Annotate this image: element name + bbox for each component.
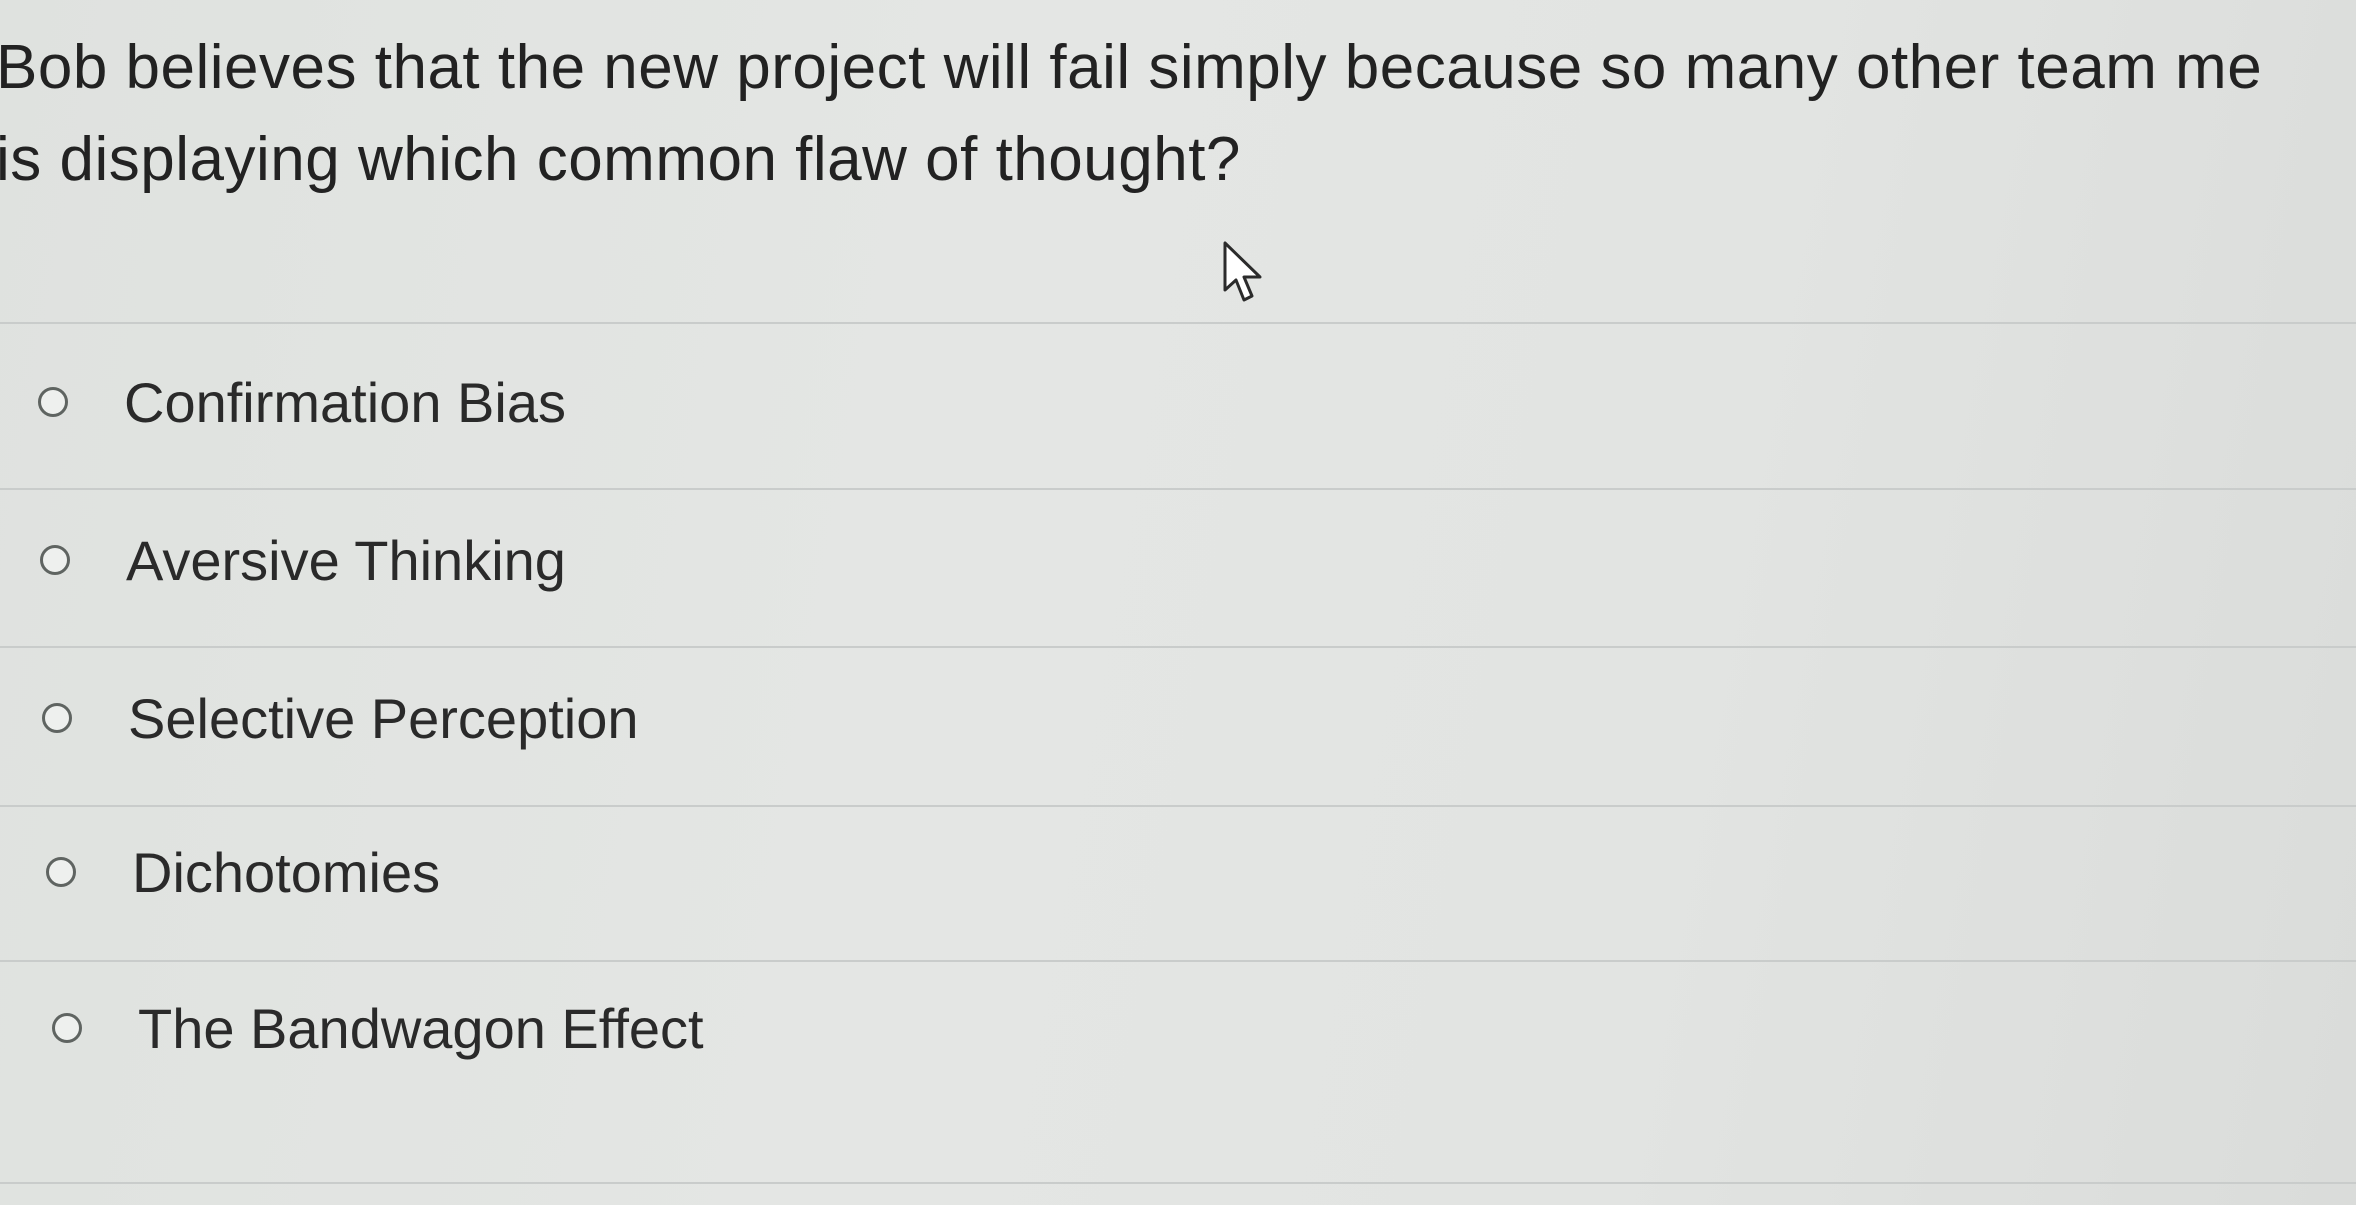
option-label: Dichotomies — [132, 840, 441, 904]
option-bandwagon-effect[interactable]: The Bandwagon Effect — [52, 978, 704, 1078]
option-label: Aversive Thinking — [126, 528, 566, 592]
divider — [0, 1182, 2356, 1184]
divider — [0, 960, 2356, 962]
option-aversive-thinking[interactable]: Aversive Thinking — [40, 510, 566, 610]
divider — [0, 488, 2356, 490]
question-text: Bob believes that the new project will f… — [0, 22, 2356, 206]
option-confirmation-bias[interactable]: Confirmation Bias — [38, 352, 566, 452]
option-label: Selective Perception — [128, 686, 639, 750]
divider — [0, 646, 2356, 648]
radio-button-icon[interactable] — [38, 387, 68, 417]
radio-button-icon[interactable] — [40, 545, 70, 575]
radio-button-icon[interactable] — [42, 703, 72, 733]
question-line-1: Bob believes that the new project will f… — [0, 33, 2263, 102]
mouse-pointer-icon — [1223, 241, 1262, 302]
option-selective-perception[interactable]: Selective Perception — [42, 668, 639, 768]
question-line-2: is displaying which common flaw of thoug… — [0, 125, 1241, 194]
option-label: Confirmation Bias — [124, 370, 566, 434]
divider — [0, 805, 2356, 807]
radio-button-icon[interactable] — [46, 857, 76, 887]
divider — [0, 322, 2356, 324]
option-dichotomies[interactable]: Dichotomies — [46, 822, 440, 922]
option-label: The Bandwagon Effect — [138, 996, 704, 1060]
radio-button-icon[interactable] — [52, 1013, 82, 1043]
